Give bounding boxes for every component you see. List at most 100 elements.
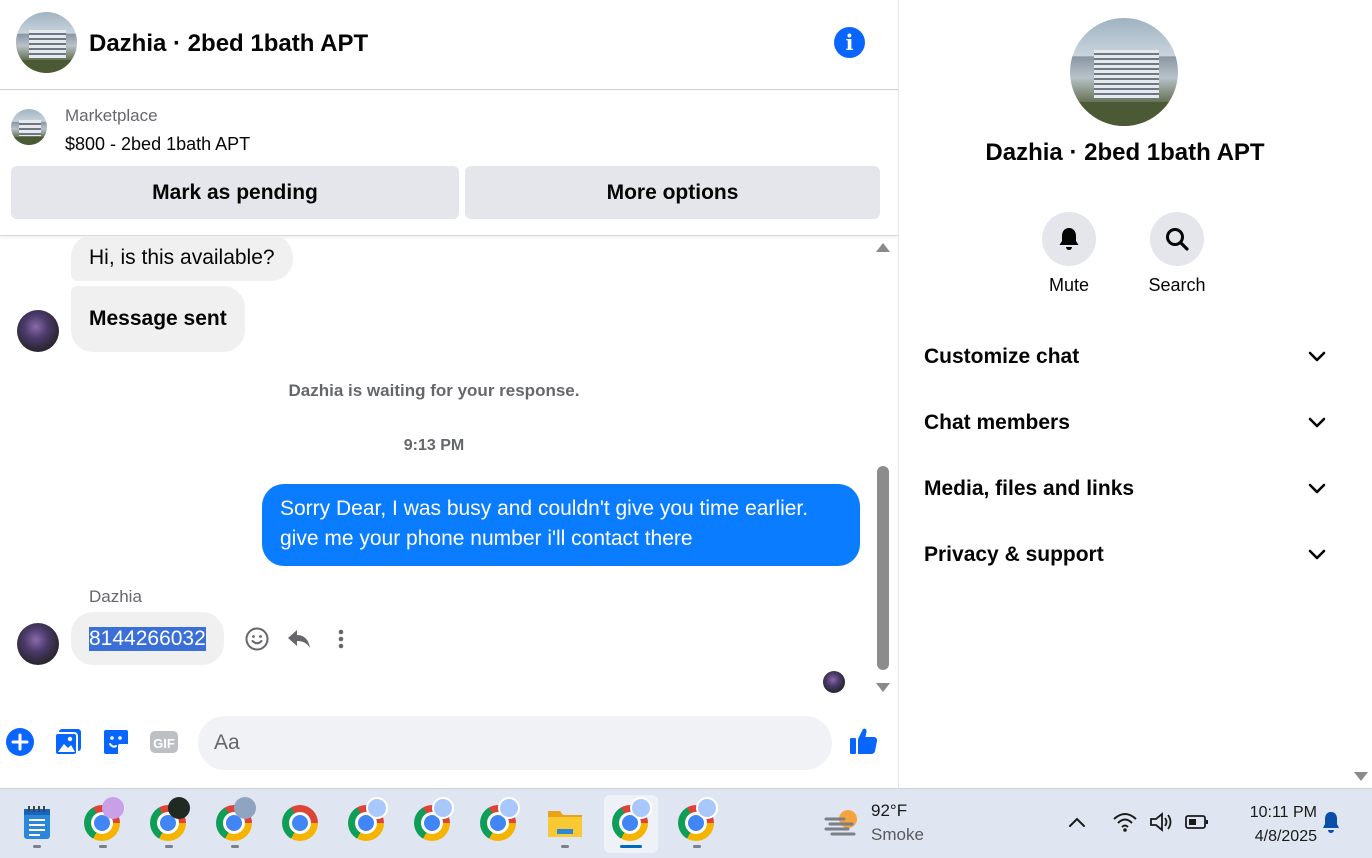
chat-pane: Dazhia · 2bed 1bath APT i Marketplace $8… [0,0,1018,788]
section-privacy-support[interactable]: Privacy & support [924,535,1326,575]
taskbar-indicator [33,845,41,848]
like-icon[interactable] [848,725,880,757]
message-timestamp: 9:13 PM [403,437,465,454]
scrollbar-thumb[interactable] [877,466,889,670]
taskbar-indicator [620,845,642,848]
taskbar-app-chrome[interactable] [142,795,196,853]
weather-temperature: 92°F [871,801,908,820]
marketplace-label: Marketplace [65,106,158,125]
profile-badge-icon [432,797,454,819]
search-label: Search [1148,275,1206,295]
section-media-files-links[interactable]: Media, files and links [924,469,1326,509]
bell-icon [1042,212,1096,266]
folder-icon [548,811,582,837]
profile-badge-icon [498,797,520,819]
more-icon[interactable] [327,625,355,653]
taskbar: 92°F Smoke 10:11 PM 4/8/2025 [0,788,1372,858]
notepad-icon [24,806,50,839]
taskbar-app-chrome[interactable] [406,795,460,853]
reply-icon[interactable] [285,625,313,653]
taskbar-app-chrome[interactable] [472,795,526,853]
conversation-info-panel: Dazhia · 2bed 1bath APT Mute Search Cust… [898,0,1372,788]
chevron-up-icon[interactable] [1064,807,1090,837]
profile-avatar[interactable] [1070,18,1178,126]
taskbar-app-chrome-active[interactable] [604,795,658,853]
incoming-message[interactable]: Message sent [71,286,245,352]
system-clock[interactable]: 10:11 PM 4/8/2025 [1225,801,1317,849]
message-input-container [198,716,1018,770]
message-input[interactable] [214,716,774,770]
taskbar-indicator [693,845,701,848]
taskbar-indicator [99,845,107,848]
incoming-message[interactable]: 8144266032 [71,612,224,665]
taskbar-app-chrome[interactable] [274,795,328,853]
taskbar-app-chrome[interactable] [670,795,724,853]
avatar[interactable] [17,310,59,352]
image-icon[interactable] [52,726,84,758]
section-label: Customize chat [924,345,1080,368]
section-customize-chat[interactable]: Customize chat [924,337,1326,377]
scroll-down-arrow[interactable] [1354,772,1368,781]
chevron-down-icon [1308,351,1326,362]
taskbar-app-chrome[interactable] [76,795,130,853]
marketplace-listing-bar: Marketplace $800 - 2bed 1bath APT Mark a… [0,91,898,236]
clock-date: 4/8/2025 [1254,828,1317,845]
read-receipt-avatar [823,671,845,693]
taskbar-indicator [561,845,569,848]
gif-icon[interactable]: GIF [148,726,180,758]
search-button[interactable]: Search [1132,212,1222,296]
conversation-title[interactable]: Dazhia · 2bed 1bath APT [89,30,368,58]
profile-title: Dazhia · 2bed 1bath APT [985,139,1265,166]
profile-badge-icon [102,797,124,819]
taskbar-app-chrome[interactable] [208,795,262,853]
profile-badge-icon [630,797,652,819]
listing-title[interactable]: $800 - 2bed 1bath APT [65,134,250,155]
scroll-down-arrow[interactable] [876,683,890,692]
chat-header: Dazhia · 2bed 1bath APT i [0,0,898,90]
message-composer: GIF [0,700,1018,788]
listing-thumbnail[interactable] [11,109,47,145]
section-label: Privacy & support [924,543,1104,566]
conversation-avatar[interactable] [16,12,77,73]
outgoing-message-line: give me your phone number i'll contact t… [280,527,693,550]
wifi-icon[interactable] [1110,807,1140,837]
mute-button[interactable]: Mute [1024,212,1114,296]
smile-icon[interactable] [243,625,271,653]
volume-icon[interactable] [1146,807,1176,837]
scroll-up-arrow[interactable] [876,243,890,252]
profile-badge-icon [168,797,190,819]
plus-icon[interactable] [4,726,36,758]
waiting-notice: Dazhia is waiting for your response. [288,381,580,400]
phone-number-text[interactable]: 8144266032 [89,626,206,651]
profile-badge-icon [366,797,388,819]
taskbar-app-notepad[interactable] [10,795,64,853]
notification-icon[interactable] [1318,807,1344,837]
section-label: Media, files and links [924,477,1135,500]
chevron-down-icon [1308,483,1326,494]
taskbar-app-file-explorer[interactable] [538,795,592,853]
info-icon[interactable]: i [834,27,865,58]
sender-name: Dazhia [89,587,142,606]
message-list: Hi, is this available? Message sent Dazh… [0,237,872,699]
mute-label: Mute [1048,275,1090,295]
outgoing-message-line: Sorry Dear, I was busy and couldn't give… [280,497,809,520]
smoke-weather-icon [824,810,857,836]
svg-text:GIF: GIF [153,736,175,751]
weather-condition: Smoke [871,825,924,844]
profile-badge-icon [234,797,256,819]
messenger-window: Dazhia · 2bed 1bath APT i Marketplace $8… [0,0,1372,788]
mark-as-pending-button[interactable]: Mark as pending [11,166,459,219]
section-chat-members[interactable]: Chat members [924,403,1326,443]
taskbar-indicator [231,845,239,848]
clock-time: 10:11 PM [1249,804,1317,821]
sticker-icon[interactable] [100,726,132,758]
incoming-message[interactable]: Hi, is this available? [71,237,293,281]
weather-widget[interactable]: 92°F Smoke [820,797,940,851]
profile-badge-icon [696,797,718,819]
battery-icon[interactable] [1182,807,1212,837]
outgoing-message[interactable]: Sorry Dear, I was busy and couldn't give… [262,484,860,566]
taskbar-app-chrome[interactable] [340,795,394,853]
avatar[interactable] [17,623,59,665]
more-options-button[interactable]: More options [465,166,880,219]
chevron-down-icon [1308,549,1326,560]
